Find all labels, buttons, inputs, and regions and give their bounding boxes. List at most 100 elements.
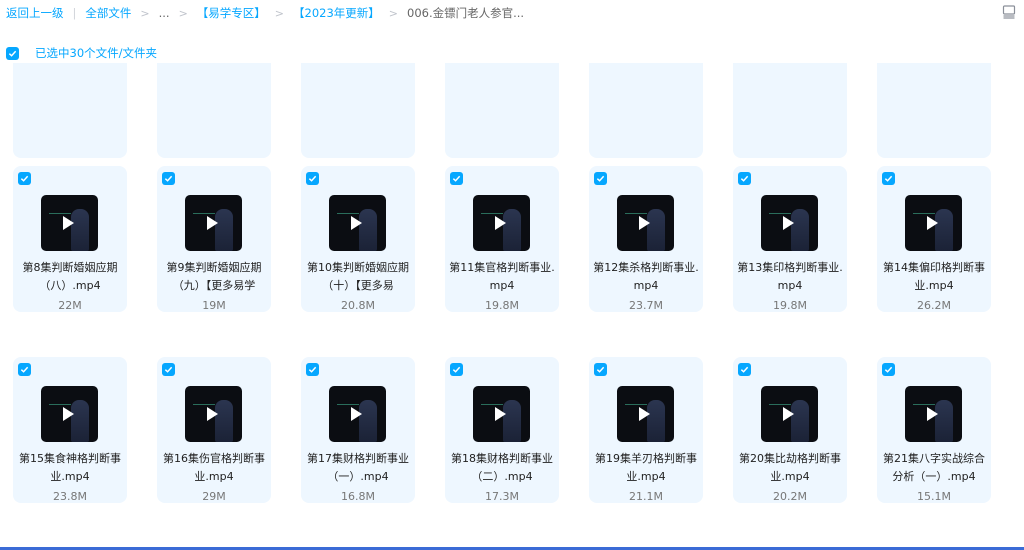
thumbnail-text <box>913 213 935 214</box>
file-name: 第21集八字实战综合分析（一）.mp4 <box>883 452 985 483</box>
thumbnail-text <box>625 404 647 405</box>
file-checkbox[interactable] <box>306 363 319 376</box>
select-all[interactable]: 已选中30个文件/文件夹 <box>6 45 157 61</box>
video-thumbnail[interactable] <box>329 386 386 442</box>
video-thumbnail[interactable] <box>905 386 962 442</box>
file-card[interactable]: 第8集判断婚姻应期（八）.mp4 22M <box>13 166 127 312</box>
file-name: 第17集财格判断事业（一）.mp4 <box>307 452 409 483</box>
file-checkbox[interactable] <box>18 172 31 185</box>
video-thumbnail[interactable] <box>41 195 98 251</box>
thumbnail-text <box>337 404 359 405</box>
file-size: 19M <box>202 299 226 312</box>
chevron-right-icon: > <box>274 6 284 20</box>
chevron-right-icon: > <box>140 6 150 20</box>
file-name: 第16集伤官格判断事业.mp4 <box>163 452 265 483</box>
file-checkbox[interactable] <box>738 172 751 185</box>
file-checkbox[interactable] <box>594 172 607 185</box>
file-card[interactable]: 第19集羊刃格判断事业.mp4 21.1M <box>589 357 703 503</box>
file-checkbox[interactable] <box>306 172 319 185</box>
play-icon <box>495 216 506 230</box>
play-icon <box>207 216 218 230</box>
file-card[interactable]: 第9集判断婚姻应期（九）【更多易学 19M <box>157 166 271 312</box>
video-thumbnail[interactable] <box>185 195 242 251</box>
breadcrumb-folder-2023[interactable]: 【2023年更新】 <box>293 5 380 21</box>
file-size: 20.2M <box>773 490 807 503</box>
thumbnail-text <box>913 404 935 405</box>
file-name: 第20集比劫格判断事业.mp4 <box>739 452 841 483</box>
file-card[interactable]: 第6集判断婚姻应期（六）【更多易学17.6M <box>733 63 847 158</box>
file-card[interactable]: 第21集八字实战综合分析（一）.mp4 15.1M <box>877 357 991 503</box>
file-card[interactable]: 第18集财格判断事业（二）.mp4 17.3M <box>445 357 559 503</box>
file-size: 19.8M <box>773 299 807 312</box>
back-link[interactable]: 返回上一级 <box>6 5 64 21</box>
file-size: 15.1M <box>917 490 951 503</box>
file-card[interactable]: 第13集印格判断事业.mp4 19.8M <box>733 166 847 312</box>
video-thumbnail[interactable] <box>617 195 674 251</box>
thumbnail-text <box>193 404 215 405</box>
video-thumbnail[interactable] <box>617 386 674 442</box>
play-icon <box>495 407 506 421</box>
file-size: 22M <box>58 299 82 312</box>
video-thumbnail[interactable] <box>329 195 386 251</box>
file-card[interactable]: 第17集财格判断事业（一）.mp4 16.8M <box>301 357 415 503</box>
file-card[interactable]: 第16集伤官格判断事业.mp4 29M <box>157 357 271 503</box>
file-name: 第19集羊刃格判断事业.mp4 <box>595 452 697 483</box>
file-card[interactable]: 第2集判断婚姻应期（二).mp416.7M <box>157 63 271 158</box>
file-card[interactable]: 第14集偏印格判断事业.mp4 26.2M <box>877 166 991 312</box>
video-thumbnail[interactable] <box>185 386 242 442</box>
video-thumbnail[interactable] <box>761 386 818 442</box>
play-icon <box>927 216 938 230</box>
thumbnail-text <box>481 404 503 405</box>
breadcrumb-ellipsis[interactable]: ... <box>159 6 170 20</box>
file-size: 16.8M <box>341 490 375 503</box>
video-thumbnail[interactable] <box>473 195 530 251</box>
file-card[interactable]: 第5集判断婚姻应期（五）.mp416.9M <box>589 63 703 158</box>
thumbnail-text <box>769 404 791 405</box>
file-size: 21.1M <box>629 490 663 503</box>
file-checkbox[interactable] <box>450 172 463 185</box>
play-icon <box>783 216 794 230</box>
play-icon <box>63 216 74 230</box>
file-card[interactable]: 第12集杀格判断事业.mp4 23.7M <box>589 166 703 312</box>
file-card[interactable]: 第10集判断婚姻应期（十）【更多易 20.8M <box>301 166 415 312</box>
breadcrumb-current: 006.金镖门老人参官... <box>407 6 525 20</box>
file-checkbox[interactable] <box>162 172 175 185</box>
file-checkbox[interactable] <box>738 363 751 376</box>
file-card[interactable]: 第7集判断婚姻应期（七）.mp422.4M <box>877 63 991 158</box>
play-icon <box>783 407 794 421</box>
file-name: 第11集官格判断事业.mp4 <box>449 261 555 292</box>
file-size: 17.3M <box>485 490 519 503</box>
file-checkbox[interactable] <box>18 363 31 376</box>
play-icon <box>927 407 938 421</box>
file-checkbox[interactable] <box>882 172 895 185</box>
file-checkbox[interactable] <box>450 363 463 376</box>
thumbnail-text <box>49 404 71 405</box>
video-thumbnail[interactable] <box>473 386 530 442</box>
file-checkbox[interactable] <box>162 363 175 376</box>
breadcrumb-folder-yixue[interactable]: 【易学专区】 <box>197 5 266 21</box>
file-card[interactable]: 第15集食神格判断事业.mp4 23.8M <box>13 357 127 503</box>
view-mode-toggle-icon[interactable] <box>1002 4 1016 19</box>
file-card[interactable]: 第3集判断婚姻应期（三).mp423.8M <box>301 63 415 158</box>
file-card[interactable]: 第11集官格判断事业.mp4 19.8M <box>445 166 559 312</box>
breadcrumb-all-files[interactable]: 全部文件 <box>85 5 131 21</box>
thumbnail-text <box>193 213 215 214</box>
play-icon <box>639 407 650 421</box>
video-thumbnail[interactable] <box>761 195 818 251</box>
file-name: 第14集偏印格判断事业.mp4 <box>883 261 985 292</box>
file-size: 23.8M <box>53 490 87 503</box>
select-all-checkbox[interactable] <box>6 46 19 60</box>
thumbnail-text <box>49 213 71 214</box>
file-checkbox[interactable] <box>882 363 895 376</box>
video-thumbnail[interactable] <box>41 386 98 442</box>
video-thumbnail[interactable] <box>905 195 962 251</box>
play-icon <box>639 216 650 230</box>
file-card[interactable]: 第4集判断婚姻应期（四）.mp415.3M <box>445 63 559 158</box>
file-card[interactable]: 第1集判断婚姻应期（一）【更多易学29.7M <box>13 63 127 158</box>
file-card[interactable]: 第20集比劫格判断事业.mp4 20.2M <box>733 357 847 503</box>
play-icon <box>207 407 218 421</box>
file-name: 第12集杀格判断事业.mp4 <box>593 261 699 292</box>
file-size: 19.8M <box>485 299 519 312</box>
file-checkbox[interactable] <box>594 363 607 376</box>
file-name: 第10集判断婚姻应期（十）【更多易 <box>307 261 409 292</box>
